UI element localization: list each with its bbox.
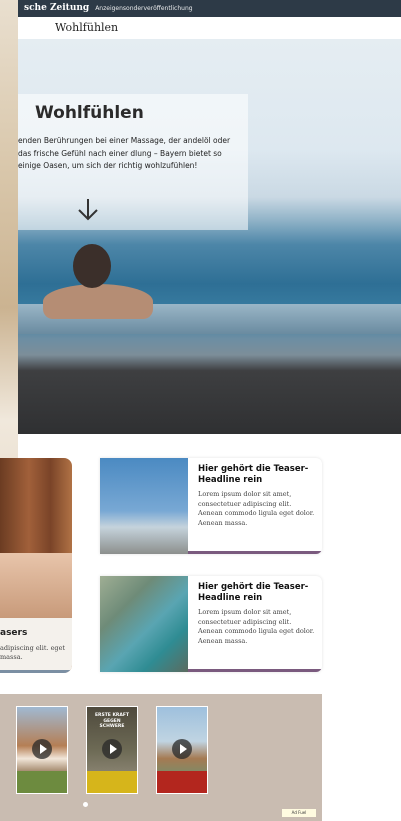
teaser-image-yoga xyxy=(100,458,188,554)
arrow-down-icon[interactable] xyxy=(73,197,103,223)
video-thumbnail[interactable] xyxy=(156,706,208,794)
teaser-title: asers xyxy=(0,628,28,638)
play-icon[interactable] xyxy=(32,739,52,759)
hero-person-head xyxy=(73,244,111,288)
teaser-text: Lorem ipsum dolor sit amet, consectetuer… xyxy=(198,490,315,527)
teaser-accent-bar xyxy=(188,551,322,554)
publisher-name: sche Zeitung xyxy=(24,3,90,13)
teaser-image xyxy=(0,553,72,618)
teaser-text: Lorem ipsum dolor sit amet, consectetuer… xyxy=(198,608,315,645)
video-label xyxy=(87,771,137,793)
teaser-card[interactable]: Hier gehört die Teaser-Headline rein Lor… xyxy=(100,576,322,672)
teaser-caption: asers adipiscing elit. eget massa. xyxy=(0,618,72,673)
navbar: Wohlfühlen xyxy=(18,17,401,40)
publisher-bar: sche Zeitung Anzeigensonderveröffentlichu… xyxy=(18,0,401,17)
video-thumbnail[interactable] xyxy=(16,706,68,794)
teaser-card-partial[interactable]: asers adipiscing elit. eget massa. xyxy=(0,458,72,673)
video-thumbnail[interactable]: ERSTE KRAFT GEGEN SCHWERE xyxy=(86,706,138,794)
play-icon[interactable] xyxy=(172,739,192,759)
teaser-title: Hier gehört die Teaser-Headline rein xyxy=(198,582,309,603)
hero-section: Wohlfühlen enden Berührungen bei einer M… xyxy=(18,39,401,434)
advertorial-label: Anzeigensonderveröffentlichung xyxy=(95,5,193,12)
video-carousel: ERSTE KRAFT GEGEN SCHWERE Ad Fuel xyxy=(0,694,322,821)
hero-person xyxy=(43,284,153,319)
page-margin xyxy=(322,694,401,821)
teaser-accent-bar xyxy=(0,670,72,673)
teaser-title: Hier gehört die Teaser-Headline rein xyxy=(198,464,309,485)
video-title: ERSTE KRAFT GEGEN SCHWERE xyxy=(94,713,130,729)
site-logo[interactable]: Wohlfühlen xyxy=(55,21,118,34)
carousel-dot[interactable] xyxy=(83,802,88,807)
teaser-image-spring xyxy=(100,576,188,672)
play-icon[interactable] xyxy=(102,739,122,759)
video-label xyxy=(157,771,207,793)
video-label xyxy=(17,771,67,793)
teaser-card[interactable]: Hier gehört die Teaser-Headline rein Lor… xyxy=(100,458,322,554)
hero-intro: enden Berührungen bei einer Massage, der… xyxy=(18,136,231,170)
teaser-accent-bar xyxy=(188,669,322,672)
teaser-text: adipiscing elit. eget massa. xyxy=(0,644,66,661)
ad-badge: Ad Fuel xyxy=(282,809,316,817)
hero-title: Wohlfühlen xyxy=(35,103,144,123)
